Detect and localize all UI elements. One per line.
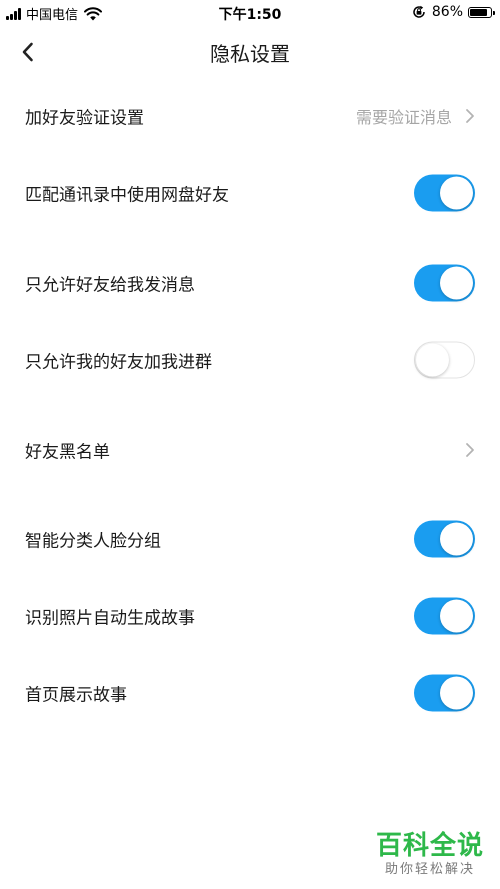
row-only-friends-group: 只允许我的好友加我进群: [0, 330, 500, 390]
row-label: 首页展示故事: [25, 685, 127, 706]
row-home-story: 首页展示故事: [0, 663, 500, 723]
chevron-right-icon: [466, 109, 474, 123]
toggle-knob: [440, 266, 473, 300]
battery-icon: [468, 6, 495, 18]
row-label: 匹配通讯录中使用网盘好友: [25, 185, 229, 206]
toggle-knob: [416, 343, 449, 376]
status-bar: 中国电信 下午1:50 86%: [0, 0, 500, 26]
nav-bar: 隐私设置: [0, 26, 500, 76]
row-value: 需要验证消息: [355, 108, 452, 127]
row-label: 只允许我的好友加我进群: [25, 352, 212, 373]
watermark: 百科全说 助你轻松解决: [376, 831, 484, 879]
row-label: 智能分类人脸分组: [25, 531, 161, 552]
page-title: 隐私设置: [210, 42, 290, 66]
only-friends-message-toggle[interactable]: [414, 264, 475, 302]
toggle-knob: [440, 599, 473, 633]
status-bar-right: 86%: [412, 4, 495, 20]
face-grouping-toggle[interactable]: [414, 520, 475, 558]
row-face-grouping: 智能分类人脸分组: [0, 509, 500, 569]
home-story-toggle[interactable]: [414, 674, 475, 712]
row-label: 只允许好友给我发消息: [25, 275, 195, 296]
battery-percent: 86%: [431, 4, 463, 20]
row-photo-story: 识别照片自动生成故事: [0, 586, 500, 646]
row-friend-verification[interactable]: 加好友验证设置 需要验证消息: [0, 86, 500, 146]
only-friends-group-toggle[interactable]: [414, 341, 475, 379]
chevron-right-icon: [466, 443, 474, 457]
watermark-title: 百科全说: [375, 831, 484, 861]
privacy-settings-screen: 中国电信 下午1:50 86% 隐私设置 加好友验证设置 需要验证消息 匹配通讯…: [0, 0, 500, 889]
battery-fill: [470, 8, 488, 16]
orientation-lock-icon: [413, 5, 425, 18]
toggle-knob: [440, 676, 473, 710]
toggle-knob: [440, 522, 473, 556]
match-contacts-toggle[interactable]: [414, 174, 475, 212]
toggle-knob: [440, 176, 473, 210]
watermark-subtitle: 助你轻松解决: [384, 862, 475, 877]
row-match-contacts: 匹配通讯录中使用网盘好友: [0, 163, 500, 223]
row-blacklist[interactable]: 好友黑名单: [0, 420, 500, 480]
row-label: 好友黑名单: [25, 442, 110, 463]
row-label: 加好友验证设置: [25, 108, 144, 129]
row-label: 识别照片自动生成故事: [25, 608, 195, 629]
row-only-friends-message: 只允许好友给我发消息: [0, 253, 500, 313]
photo-story-toggle[interactable]: [414, 597, 475, 635]
